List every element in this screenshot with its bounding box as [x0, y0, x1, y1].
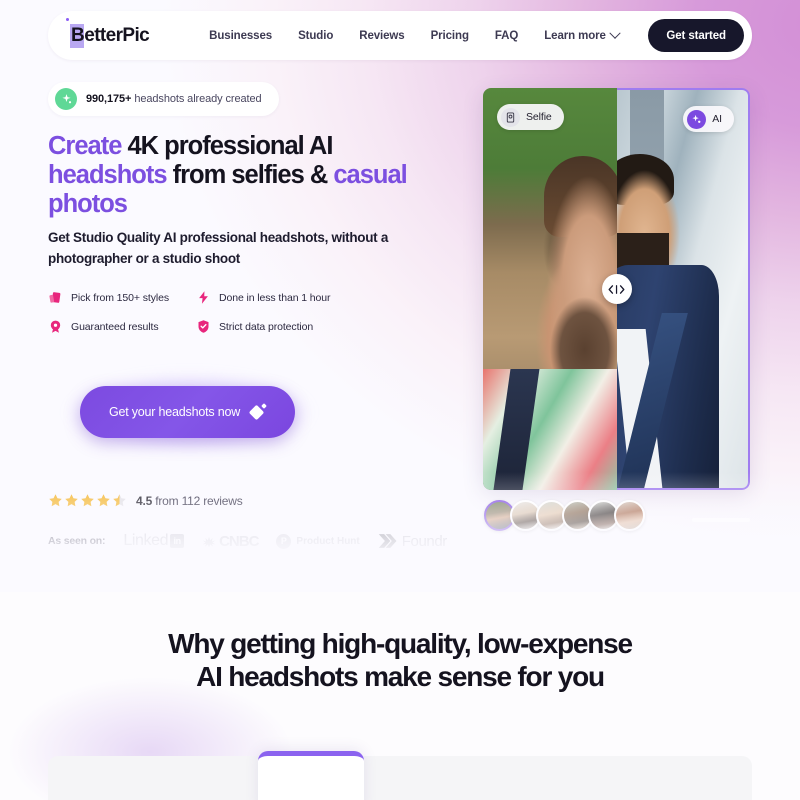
cards-icon: [48, 290, 63, 305]
selfie-badge-label: Selfie: [526, 111, 552, 123]
brand-logo[interactable]: BetterPic: [66, 17, 150, 48]
sparkle-icon: [55, 88, 77, 110]
nav-item-learn-more-label: Learn more: [544, 29, 606, 42]
feature-item-styles: Pick from 150+ styles: [48, 290, 196, 305]
nav-item-reviews[interactable]: Reviews: [359, 30, 404, 42]
benefit-card[interactable]: [258, 751, 364, 800]
hero-fade-overlay: [0, 472, 800, 592]
before-after-comparison[interactable]: Selfie AI: [483, 88, 750, 490]
brand-name: etterPic: [84, 24, 150, 46]
nav-item-studio[interactable]: Studio: [298, 30, 333, 42]
selfie-badge: Selfie: [497, 104, 564, 130]
cta-container: Get your headshots now: [52, 368, 327, 456]
benefits-section: Why getting high-quality, low-expense AI…: [0, 592, 800, 800]
phone-camera-icon: [501, 107, 520, 127]
headline-part-1: Create: [48, 132, 128, 160]
headline-part-4: from selfies &: [172, 160, 329, 189]
page-subtitle: Get Studio Quality AI professional heads…: [48, 230, 389, 266]
ai-badge-label: AI: [712, 113, 722, 125]
nav-item-businesses[interactable]: Businesses: [209, 30, 272, 42]
brand-dot-icon: [66, 17, 69, 21]
shield-check-icon: [196, 319, 211, 334]
page-title: Create 4K professional AI headshots from…: [48, 132, 448, 218]
feature-label-styles: Pick from 150+ styles: [71, 291, 169, 304]
nav-item-faq[interactable]: FAQ: [495, 30, 518, 42]
headline-part-3: headshots: [48, 160, 173, 189]
lightning-icon: [196, 290, 211, 305]
headshots-count-label: headshots already created: [134, 93, 262, 105]
get-headshots-label: Get your headshots now: [108, 405, 241, 419]
ai-sparkle-icon: [687, 109, 707, 129]
benefits-panel: [48, 756, 752, 800]
hero-section: BetterPic Businesses Studio Reviews Pric…: [0, 0, 800, 592]
headshots-count-badge: 990,175+ headshots already created: [48, 82, 279, 116]
diamond-sparkle-icon: [248, 403, 267, 421]
award-icon: [48, 319, 63, 334]
comparison-slider-handle[interactable]: [601, 274, 632, 304]
get-headshots-button[interactable]: Get your headshots now: [80, 386, 295, 438]
headshots-count-text: 990,175+ headshots already created: [86, 93, 262, 105]
feature-label-privacy: Strict data protection: [219, 320, 314, 333]
feature-item-privacy: Strict data protection: [196, 319, 388, 334]
selfie-photo: Selfie: [483, 88, 617, 490]
nav-links: Businesses Studio Reviews Pricing FAQ Le…: [209, 27, 621, 42]
left-right-arrows-icon: [608, 284, 625, 294]
chevron-down-icon: [609, 27, 621, 39]
feature-item-speed: Done in less than 1 hour: [196, 290, 388, 305]
brand-initial: B: [70, 23, 85, 48]
nav-item-learn-more[interactable]: Learn more: [544, 27, 621, 42]
ai-badge: AI: [683, 106, 734, 132]
feature-label-guarantee: Guaranteed results: [71, 320, 159, 333]
headshots-count-value: 990,175+: [86, 93, 132, 105]
section-title-line-2: AI headshots make sense for you: [196, 660, 605, 692]
feature-item-guarantee: Guaranteed results: [48, 319, 196, 334]
navigation-bar: BetterPic Businesses Studio Reviews Pric…: [48, 11, 752, 60]
section-title-line-1: Why getting high-quality, low-expense: [168, 628, 633, 659]
headline-part-2: 4K professional AI: [127, 132, 333, 160]
feature-list: Pick from 150+ styles Done in less than …: [48, 290, 388, 334]
ai-photo: AI: [616, 88, 750, 490]
nav-item-pricing[interactable]: Pricing: [431, 30, 469, 42]
feature-label-speed: Done in less than 1 hour: [219, 291, 331, 304]
section-title: Why getting high-quality, low-expense AI…: [0, 628, 800, 694]
get-started-button[interactable]: Get started: [648, 19, 744, 52]
